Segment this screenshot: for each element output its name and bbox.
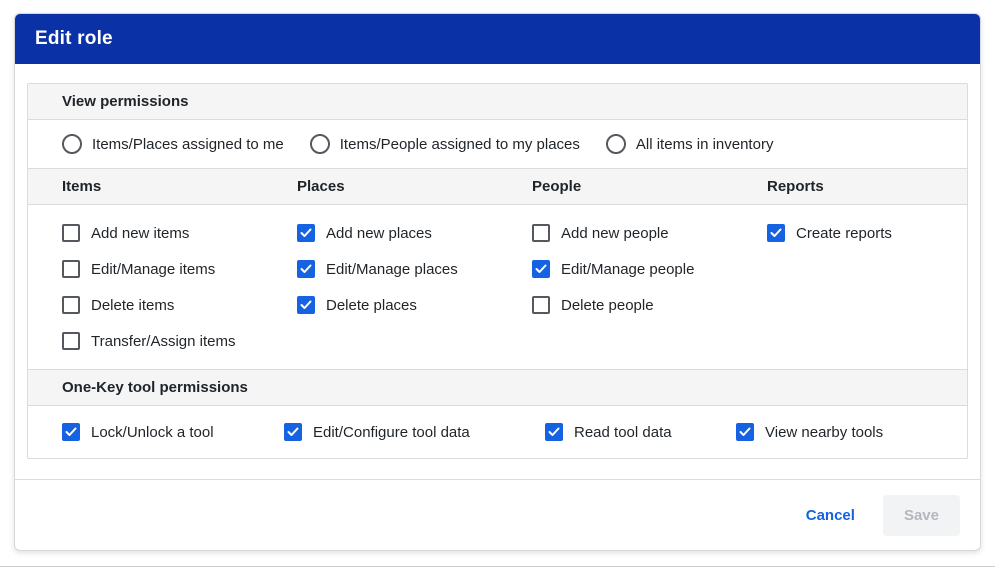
dialog-footer: Cancel Save bbox=[15, 479, 980, 550]
checkbox-label: Delete items bbox=[91, 296, 175, 314]
checkbox-checked-icon[interactable] bbox=[736, 423, 754, 441]
checkbox-label: Lock/Unlock a tool bbox=[91, 423, 214, 441]
check-icon bbox=[300, 228, 312, 237]
check-icon bbox=[287, 427, 299, 436]
radio-option-label: Items/Places assigned to me bbox=[92, 135, 284, 153]
permission-column-headers: Items Places People Reports bbox=[28, 169, 967, 205]
check-icon bbox=[548, 427, 560, 436]
radio-option-all-items-in-inventory[interactable]: All items in inventory bbox=[605, 134, 774, 154]
checkbox-label: Read tool data bbox=[574, 423, 672, 441]
checkbox-label: Edit/Manage people bbox=[561, 260, 695, 278]
view-permissions-radio-group: Items/Places assigned to me Items/People … bbox=[28, 120, 967, 169]
checkbox-transfer-assign-items[interactable]: Transfer/Assign items bbox=[62, 323, 297, 359]
checkbox-add-new-items[interactable]: Add new items bbox=[62, 215, 297, 251]
checkbox-lock-unlock-a-tool[interactable]: Lock/Unlock a tool bbox=[62, 414, 284, 450]
save-button[interactable]: Save bbox=[882, 494, 960, 536]
column-header-places: Places bbox=[297, 178, 345, 195]
column-reports: Create reports bbox=[767, 215, 947, 359]
edit-role-dialog: Edit role View permissions Items/Places … bbox=[14, 13, 981, 551]
checkbox-unchecked-icon[interactable] bbox=[62, 296, 80, 314]
check-icon bbox=[770, 228, 782, 237]
checkbox-edit-manage-places[interactable]: Edit/Manage places bbox=[297, 251, 532, 287]
checkbox-view-nearby-tools[interactable]: View nearby tools bbox=[736, 414, 947, 450]
column-header-reports: Reports bbox=[767, 178, 824, 195]
checkbox-label: Create reports bbox=[796, 224, 892, 242]
dialog-header: Edit role bbox=[15, 14, 980, 64]
checkbox-create-reports[interactable]: Create reports bbox=[767, 215, 947, 251]
dialog-body: View permissions Items/Places assigned t… bbox=[15, 64, 980, 465]
column-header-people: People bbox=[532, 178, 582, 195]
checkbox-read-tool-data[interactable]: Read tool data bbox=[545, 414, 736, 450]
checkbox-unchecked-icon[interactable] bbox=[62, 224, 80, 242]
checkbox-checked-icon[interactable] bbox=[62, 423, 80, 441]
checkbox-label: View nearby tools bbox=[765, 423, 884, 441]
checkbox-checked-icon[interactable] bbox=[545, 423, 563, 441]
column-items: Add new items Edit/Manage items Delete ite… bbox=[62, 215, 297, 359]
check-icon bbox=[739, 427, 751, 436]
permissions-panel: View permissions Items/Places assigned t… bbox=[27, 83, 968, 459]
check-icon bbox=[300, 264, 312, 273]
checkbox-unchecked-icon[interactable] bbox=[62, 260, 80, 278]
checkbox-checked-icon[interactable] bbox=[284, 423, 302, 441]
checkbox-delete-items[interactable]: Delete items bbox=[62, 287, 297, 323]
checkbox-unchecked-icon[interactable] bbox=[532, 224, 550, 242]
checkbox-label: Delete places bbox=[326, 296, 417, 314]
check-icon bbox=[300, 300, 312, 309]
checkbox-label: Delete people bbox=[561, 296, 654, 314]
checkbox-unchecked-icon[interactable] bbox=[532, 296, 550, 314]
radio-option-items-people-assigned-to-my-places[interactable]: Items/People assigned to my places bbox=[309, 134, 580, 154]
checkbox-add-new-places[interactable]: Add new places bbox=[297, 215, 532, 251]
checkbox-label: Edit/Configure tool data bbox=[313, 423, 470, 441]
checkbox-label: Add new places bbox=[326, 224, 432, 242]
radio-unselected-icon[interactable] bbox=[62, 134, 82, 154]
checkbox-checked-icon[interactable] bbox=[297, 296, 315, 314]
column-header-items: Items bbox=[62, 178, 102, 195]
permission-checkbox-grid: Add new items Edit/Manage items Delete ite… bbox=[28, 205, 967, 369]
cancel-button[interactable]: Cancel bbox=[806, 507, 855, 524]
checkbox-delete-people[interactable]: Delete people bbox=[532, 287, 767, 323]
checkbox-label: Add new items bbox=[91, 224, 190, 242]
one-key-heading: One-Key tool permissions bbox=[28, 369, 967, 406]
checkbox-edit-manage-items[interactable]: Edit/Manage items bbox=[62, 251, 297, 287]
page-bottom-divider bbox=[0, 566, 995, 567]
radio-option-label: Items/People assigned to my places bbox=[339, 135, 580, 153]
check-icon bbox=[65, 427, 77, 436]
checkbox-delete-places[interactable]: Delete places bbox=[297, 287, 532, 323]
dialog-title: Edit role bbox=[35, 28, 113, 49]
checkbox-checked-icon[interactable] bbox=[532, 260, 550, 278]
checkbox-checked-icon[interactable] bbox=[297, 224, 315, 242]
check-icon bbox=[535, 264, 547, 273]
checkbox-label: Edit/Manage places bbox=[326, 260, 458, 278]
column-people: Add new people Edit/Manage people Delete p… bbox=[532, 215, 767, 359]
radio-unselected-icon[interactable] bbox=[309, 134, 330, 154]
view-permissions-heading: View permissions bbox=[28, 84, 967, 120]
radio-option-items-places-assigned-to-me[interactable]: Items/Places assigned to me bbox=[62, 134, 284, 154]
checkbox-label: Edit/Manage items bbox=[91, 260, 216, 278]
one-key-checkbox-row: Lock/Unlock a tool Edit/Configure tool da… bbox=[28, 406, 967, 458]
checkbox-unchecked-icon[interactable] bbox=[62, 332, 80, 350]
checkbox-label: Add new people bbox=[561, 224, 669, 242]
checkbox-checked-icon[interactable] bbox=[297, 260, 315, 278]
column-places: Add new places Edit/Manage places Delete p… bbox=[297, 215, 532, 359]
checkbox-add-new-people[interactable]: Add new people bbox=[532, 215, 767, 251]
checkbox-edit-configure-tool-data[interactable]: Edit/Configure tool data bbox=[284, 414, 545, 450]
radio-unselected-icon[interactable] bbox=[605, 134, 626, 154]
checkbox-label: Transfer/Assign items bbox=[91, 332, 236, 350]
checkbox-edit-manage-people[interactable]: Edit/Manage people bbox=[532, 251, 767, 287]
radio-option-label: All items in inventory bbox=[635, 135, 774, 153]
checkbox-checked-icon[interactable] bbox=[767, 224, 785, 242]
